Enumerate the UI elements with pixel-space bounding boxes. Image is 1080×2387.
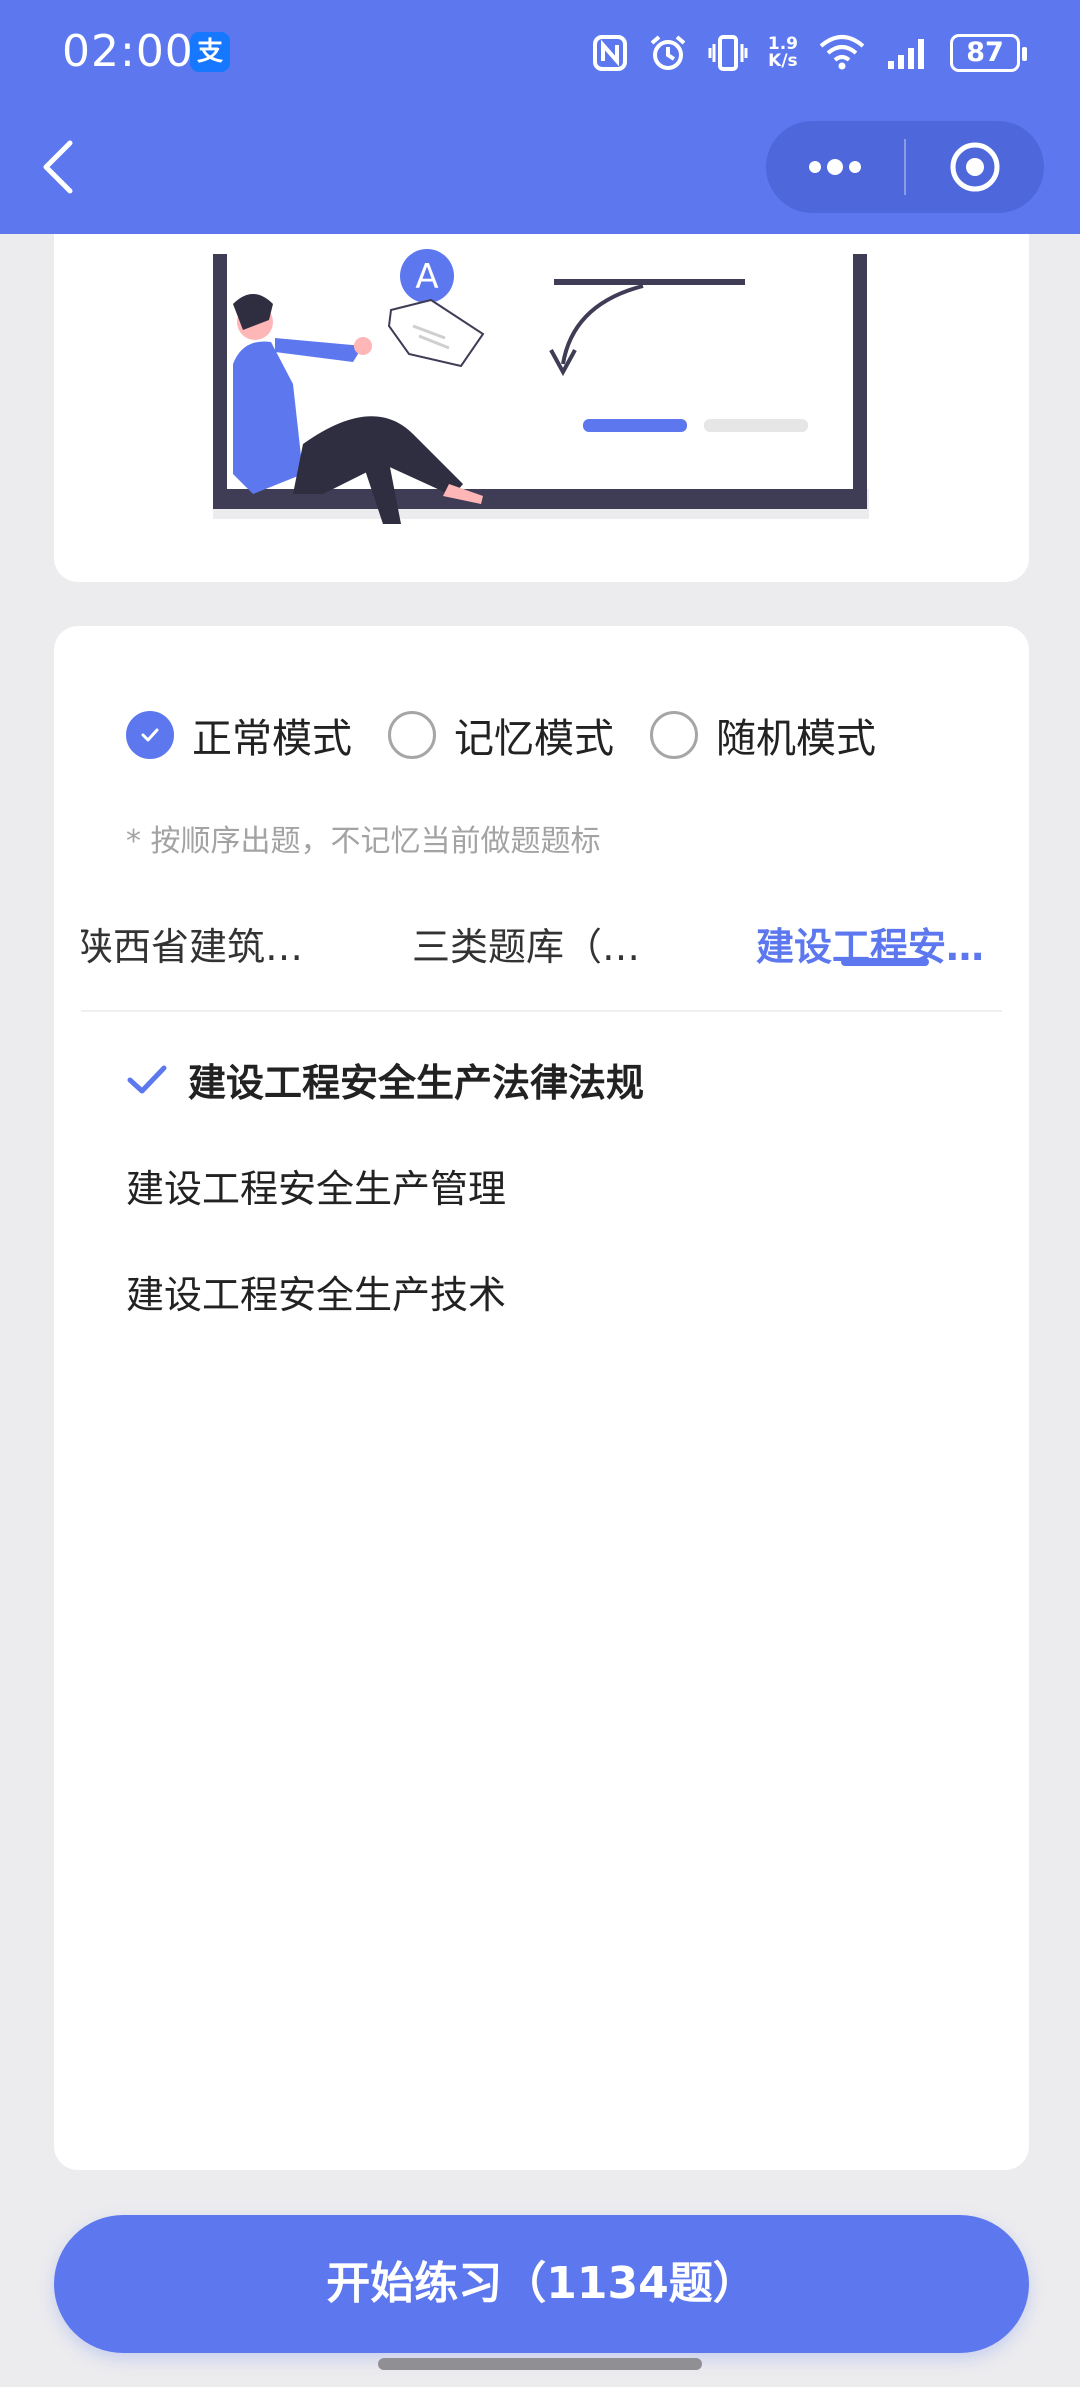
check-icon xyxy=(141,728,159,742)
radio-unchecked[interactable] xyxy=(650,711,698,759)
wifi-icon xyxy=(819,35,865,70)
tab-shaanxi-bank[interactable]: 陕西省建筑… xyxy=(81,916,303,971)
app-header: 02:00 支 1.9 K/s 87 xyxy=(0,0,1080,234)
practice-settings-card: 正常模式 记忆模式 随机模式 * 按顺序出题，不记忆当前做题题标 陕西省建筑… … xyxy=(54,626,1029,2170)
signal-icon xyxy=(888,39,924,69)
subject-item[interactable]: 建设工程安全生产法律法规 xyxy=(126,1026,976,1132)
chevron-left-icon xyxy=(43,140,73,194)
home-indicator[interactable] xyxy=(378,2358,702,2370)
mode-option-memory[interactable]: 记忆模式 xyxy=(388,706,614,764)
alarm-icon xyxy=(650,35,686,70)
net-speed: 1.9 K/s xyxy=(768,36,798,70)
alipay-icon: 支 xyxy=(190,32,230,72)
close-miniprogram-button[interactable] xyxy=(906,121,1044,213)
battery-indicator: 87 xyxy=(950,34,1027,72)
mode-option-normal[interactable]: 正常模式 xyxy=(126,706,352,764)
study-illustration: A xyxy=(213,249,869,524)
tab-category-three[interactable]: 三类题库（… xyxy=(412,916,640,971)
mode-selector: 正常模式 记忆模式 随机模式 xyxy=(126,706,912,764)
check-icon xyxy=(127,1065,167,1094)
mode-option-random[interactable]: 随机模式 xyxy=(650,706,876,764)
radio-checked[interactable] xyxy=(126,711,174,759)
more-button[interactable] xyxy=(766,121,904,213)
vibrate-icon xyxy=(708,35,748,71)
mode-label: 正常模式 xyxy=(192,716,352,762)
start-practice-button[interactable]: 开始练习（1134题） xyxy=(54,2215,1029,2353)
subject-item[interactable]: 建设工程安全生产管理 xyxy=(126,1132,976,1238)
mode-label: 随机模式 xyxy=(716,716,876,762)
question-bank-tabs: 陕西省建筑… 三类题库（… 建设工程安… xyxy=(81,886,1002,1012)
hero-card: A xyxy=(54,234,1029,582)
badge-letter: A xyxy=(415,257,438,297)
subject-label: 建设工程安全生产法律法规 xyxy=(188,1060,645,1105)
back-button[interactable] xyxy=(36,135,86,199)
net-speed-unit: K/s xyxy=(768,51,798,71)
subject-label: 建设工程安全生产管理 xyxy=(126,1166,507,1211)
nfc-icon xyxy=(592,35,627,71)
status-icons: 1.9 K/s 87 xyxy=(592,28,1027,78)
mode-label: 记忆模式 xyxy=(454,716,614,762)
more-dots-icon xyxy=(809,159,861,175)
mode-hint: * 按顺序出题，不记忆当前做题题标 xyxy=(126,824,601,859)
active-tab-indicator xyxy=(841,958,929,966)
subject-item[interactable]: 建设工程安全生产技术 xyxy=(126,1238,976,1344)
mini-program-capsule xyxy=(766,121,1044,213)
radio-unchecked[interactable] xyxy=(388,711,436,759)
target-circle-icon xyxy=(950,142,1000,192)
subject-label: 建设工程安全生产技术 xyxy=(126,1272,507,1317)
subject-list: 建设工程安全生产法律法规 建设工程安全生产管理 建设工程安全生产技术 xyxy=(126,1026,976,1344)
status-time: 02:00 xyxy=(62,26,194,77)
